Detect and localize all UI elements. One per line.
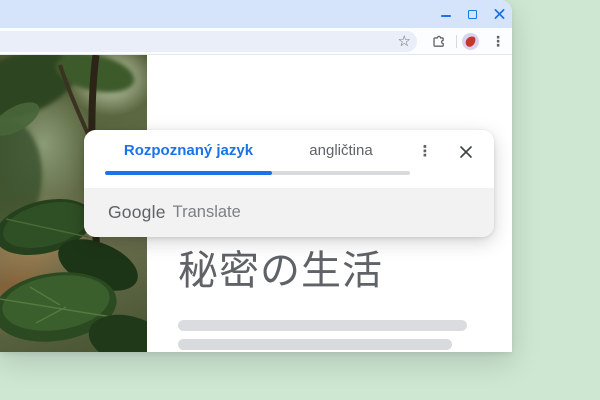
browser-toolbar: ☆ ⋮	[0, 28, 512, 55]
browser-titlebar	[0, 0, 512, 28]
maximize-button[interactable]	[467, 9, 478, 20]
skeleton-text-bar	[178, 320, 467, 331]
minimize-button[interactable]	[440, 9, 451, 20]
close-window-button[interactable]	[494, 9, 505, 20]
google-logo-text: Google	[108, 202, 166, 223]
translate-close-button[interactable]	[455, 141, 477, 163]
avatar-image	[465, 35, 477, 48]
translate-options-button[interactable]: ⋮	[414, 138, 436, 164]
screenshot-stage: ☆ ⋮	[0, 0, 600, 400]
google-translate-popup: Rozpoznaný jazyk angličtina ⋮ Google Tra…	[84, 130, 494, 237]
translate-footer: Google Translate	[84, 188, 494, 237]
toolbar-divider	[456, 35, 457, 48]
browser-menu-button[interactable]: ⋮	[490, 28, 506, 55]
close-icon	[494, 8, 505, 20]
extensions-puzzle-icon	[431, 34, 446, 49]
maximize-icon	[468, 10, 477, 19]
tab-underline-active	[105, 171, 272, 175]
tab-detected-language[interactable]: Rozpoznaný jazyk	[105, 130, 272, 171]
translate-tabs-area: Rozpoznaný jazyk angličtina ⋮	[84, 130, 494, 188]
heading-line-2: 秘密の生活	[178, 245, 383, 298]
profile-avatar[interactable]	[462, 33, 479, 50]
close-icon	[459, 145, 473, 159]
skeleton-text-bar	[178, 339, 452, 350]
extensions-button[interactable]	[430, 28, 446, 55]
translate-product-text: Translate	[173, 203, 241, 222]
tab-target-language[interactable]: angličtina	[272, 130, 410, 171]
tab-underline-track	[105, 171, 410, 175]
minimize-icon	[441, 15, 451, 17]
address-bar[interactable]: ☆	[0, 31, 417, 52]
bookmark-star-icon[interactable]: ☆	[398, 32, 411, 51]
